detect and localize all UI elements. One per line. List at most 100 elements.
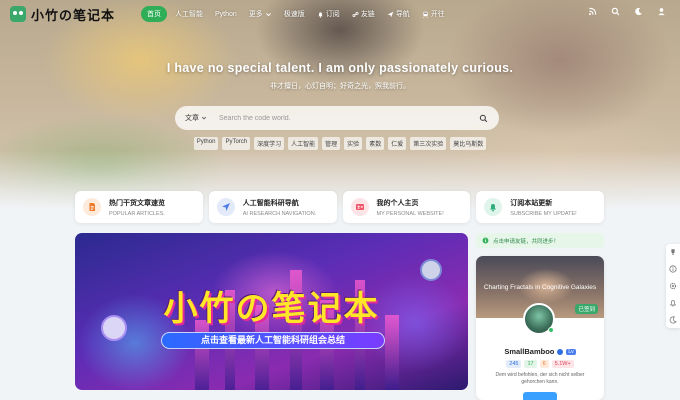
site-name: 小竹の笔记本 <box>31 7 116 23</box>
quick-card-subtitle: AI RESEARCH NAVIGATION. <box>242 210 317 217</box>
side-float-toolbar <box>666 244 680 328</box>
document-icon <box>83 198 101 216</box>
nav-item-label: 首页 <box>147 11 162 18</box>
search-scope-select[interactable]: 文章 <box>185 113 207 123</box>
notice-text: 点击申请友链，共同进步！ <box>493 238 560 245</box>
nav-item-label: 导航 <box>395 11 410 18</box>
quick-card-title: 订阅本站更新 <box>510 199 553 207</box>
quick-card-ai-navigation[interactable]: 人工智能科研导航 AI RESEARCH NAVIGATION. <box>208 191 337 223</box>
friend-link-notice[interactable]: 点击申请友链，共同进步！ <box>476 233 604 248</box>
tag-item[interactable]: 人工智能 <box>288 137 319 150</box>
quick-card-popular-articles[interactable]: 热门干货文章速览 POPULAR ARTICLES. <box>75 191 203 223</box>
profile-quote: Dem wird befohlen, der sich nicht selber… <box>495 372 585 385</box>
follow-button[interactable] <box>523 392 557 400</box>
tag-item[interactable]: 素数 <box>366 137 385 150</box>
nav-item-ai[interactable]: 人工智能 <box>171 6 207 22</box>
tag-item[interactable]: 深度学习 <box>254 137 285 150</box>
nav-item-more[interactable]: 更多 <box>245 6 276 22</box>
nav-right-tools <box>588 7 666 16</box>
id-card-icon <box>350 198 369 216</box>
quick-card-title: 人工智能科研导航 <box>242 199 299 207</box>
nav-item-label: 友链 <box>360 11 375 18</box>
tag-item[interactable]: Python <box>193 137 219 150</box>
nav-item-label: 更多 <box>248 11 263 18</box>
search-icon[interactable] <box>611 7 620 16</box>
nav-item-label: 开往 <box>430 11 445 18</box>
hero-subslogan: 非才擅日，心灯自明；好奇之光，照我前行。 <box>270 83 410 90</box>
rss-icon[interactable] <box>588 7 597 16</box>
search-scope-label: 文章 <box>185 115 199 122</box>
quick-card-subtitle: SUBSCRIBE MY UPDATE! <box>510 210 577 217</box>
moon-icon[interactable] <box>669 316 677 324</box>
nav-item-label: 人工智能 <box>175 11 204 18</box>
cover-title: Charting Fractals in Cognitive Galaxies <box>483 284 597 291</box>
checkin-badge[interactable]: 已签到 <box>575 304 598 314</box>
stat-categories[interactable]: 17 <box>524 360 537 368</box>
nav-item-lite[interactable]: 极速版 <box>280 6 309 22</box>
profile-card: Charting Fractals in Cognitive Galaxies … <box>476 256 604 400</box>
tag-item[interactable]: 实验 <box>344 137 363 150</box>
top-nav: 小竹の笔记本 首页 人工智能 Python 更多 极速版 订阅 友链 导航 开往 <box>0 0 680 28</box>
online-status-dot <box>548 327 554 333</box>
city-tower-decoration <box>195 320 209 390</box>
verified-icon <box>557 348 564 355</box>
site-logo[interactable]: 小竹の笔记本 <box>10 5 115 24</box>
level-badge: Lv <box>566 348 576 355</box>
nav-item-subscribe[interactable]: 订阅 <box>313 6 344 22</box>
bell-icon <box>484 198 503 216</box>
nav-item-label: 极速版 <box>283 11 305 18</box>
user-icon[interactable] <box>657 7 666 16</box>
send-icon <box>387 11 394 17</box>
settings-icon[interactable] <box>669 282 677 290</box>
nav-item-friends[interactable]: 友链 <box>348 6 379 22</box>
nav-item-home[interactable]: 首页 <box>141 6 168 22</box>
quick-cards: 热门干货文章速览 POPULAR ARTICLES. 人工智能科研导航 AI R… <box>75 191 604 223</box>
hero-background <box>0 0 680 210</box>
navigation-icon <box>216 198 235 216</box>
stat-articles[interactable]: 245 <box>506 360 522 368</box>
nav-item-label: Python <box>215 10 237 18</box>
tag-item[interactable]: 莫比乌斯数 <box>450 137 487 150</box>
search-button[interactable] <box>477 112 489 124</box>
chevron-down-icon <box>201 116 207 120</box>
logo-mascot-icon <box>10 6 26 22</box>
tag-item[interactable]: 第三次实验 <box>410 137 447 150</box>
quick-card-subscribe[interactable]: 订阅本站更新 SUBSCRIBE MY UPDATE! <box>476 191 604 223</box>
quick-card-title: 我的个人主页 <box>376 199 419 207</box>
search-bar: 文章 <box>175 106 499 130</box>
profile-name: SmallBamboo <box>504 347 555 356</box>
hot-tags: Python PyTorch 深度学习 人工智能 管理 实验 素数 仁爱 第三次… <box>0 137 680 150</box>
nav-item-travel[interactable]: 开往 <box>418 6 449 22</box>
tag-item[interactable]: PyTorch <box>222 137 251 150</box>
info-icon[interactable] <box>669 265 677 273</box>
nav-item-label: 订阅 <box>325 11 340 18</box>
bell-icon <box>318 11 323 18</box>
hero-slogan: I have no special talent. I am only pass… <box>166 61 514 75</box>
profile-name-row: SmallBamboo Lv <box>476 347 604 356</box>
nav-menu: 首页 人工智能 Python 更多 极速版 订阅 友链 导航 开往 <box>141 6 449 22</box>
tag-item[interactable]: 仁爱 <box>388 137 407 150</box>
search-icon <box>479 114 487 122</box>
search-input[interactable] <box>219 114 477 122</box>
banner-title: 小竹の笔记本 <box>163 290 380 328</box>
tag-item[interactable]: 管理 <box>322 137 341 150</box>
quick-card-personal-site[interactable]: 我的个人主页 MY PERSONAL WEBSITE! <box>342 191 471 223</box>
train-icon <box>422 11 428 18</box>
quick-card-subtitle: MY PERSONAL WEBSITE! <box>376 210 444 217</box>
banner-subtitle-button[interactable]: 点击查看最新人工智能科研组会总结 <box>161 332 385 349</box>
chevron-down-icon <box>265 12 271 16</box>
trophy-icon[interactable] <box>669 248 677 256</box>
profile-stats: 245 17 6 5.1W+ <box>476 360 604 368</box>
robot-illustration <box>420 259 442 281</box>
quick-card-title: 热门干货文章速览 <box>109 199 165 207</box>
nav-item-python[interactable]: Python <box>211 8 241 21</box>
stat-tags[interactable]: 6 <box>539 360 549 368</box>
nav-item-navigation[interactable]: 导航 <box>383 6 414 22</box>
moon-icon[interactable] <box>634 7 643 16</box>
bell-icon[interactable] <box>669 299 677 307</box>
featured-banner[interactable]: 小竹の笔记本 点击查看最新人工智能科研组会总结 <box>75 233 468 390</box>
link-icon <box>352 11 359 17</box>
quick-card-subtitle: POPULAR ARTICLES. <box>109 210 165 217</box>
info-circle-icon <box>482 237 489 244</box>
stat-views[interactable]: 5.1W+ <box>551 360 574 368</box>
